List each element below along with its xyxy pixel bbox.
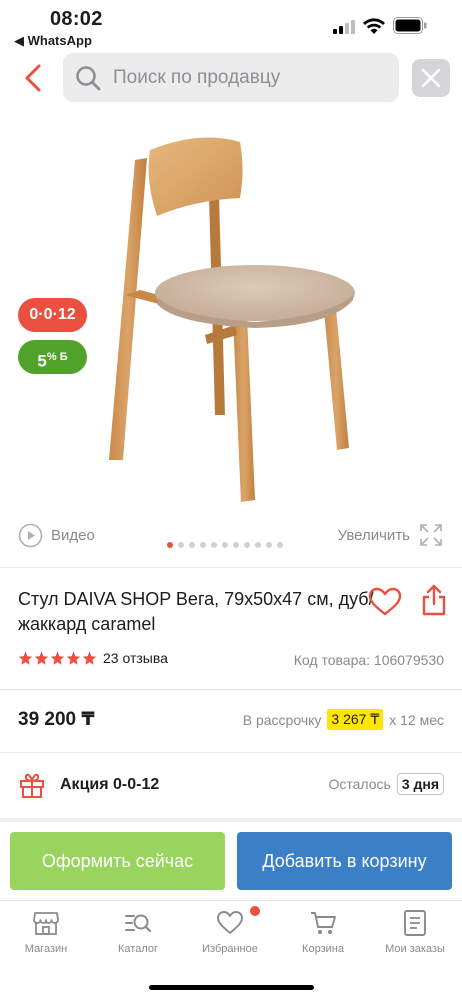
gallery-dot[interactable] [244, 542, 250, 548]
reviews-count[interactable]: 23 отзыва [103, 650, 168, 666]
installment-term: x 12 мес [389, 711, 444, 728]
share-icon[interactable] [421, 584, 447, 616]
divider [0, 752, 462, 753]
back-arrow-icon[interactable] [20, 62, 48, 94]
search-input[interactable] [113, 53, 393, 102]
star-icon [18, 651, 33, 665]
store-icon [33, 912, 59, 935]
section-separator [0, 818, 462, 822]
tab-label: Магазин [24, 943, 68, 955]
search-bar[interactable] [63, 53, 399, 102]
home-indicator [149, 985, 314, 990]
play-icon [18, 523, 43, 547]
tab-label: Избранное [202, 943, 258, 955]
gallery-dot[interactable] [255, 542, 261, 548]
cellular-signal-icon [333, 20, 355, 34]
star-icon [34, 651, 49, 665]
bonus-value: 5 [37, 351, 47, 371]
divider [0, 567, 462, 568]
bonus-unit: % Б [46, 351, 68, 363]
cart-icon [311, 912, 336, 934]
gallery-dot[interactable] [178, 542, 184, 548]
tab-cart[interactable]: Корзина [277, 909, 369, 955]
video-label: Видео [51, 526, 95, 544]
promo-row[interactable]: Акция 0-0-12 [18, 771, 159, 799]
promo-label: Акция 0-0-12 [60, 776, 160, 793]
close-icon [421, 68, 441, 88]
zoom-button[interactable]: Увеличить [338, 522, 444, 548]
tab-store[interactable]: Магазин [0, 909, 92, 955]
star-icon [66, 651, 81, 665]
product-price: 39 200 ₸ [18, 709, 95, 730]
tab-label: Мои заказы [385, 943, 445, 955]
add-to-cart-button[interactable]: Добавить в корзину [237, 832, 452, 890]
tab-catalog[interactable]: Каталог [92, 909, 184, 955]
bonus-badge: 5% Б [18, 340, 87, 374]
heart-icon [217, 911, 243, 934]
gallery-dot[interactable] [211, 542, 217, 548]
clear-search-button[interactable] [412, 59, 450, 97]
buy-now-button[interactable]: Оформить сейчас [10, 832, 225, 890]
rating-stars [18, 651, 97, 666]
gallery-dot[interactable] [222, 542, 228, 548]
gallery-dot[interactable] [277, 542, 283, 548]
gallery-dot[interactable] [233, 542, 239, 548]
installment-monthly-value: 3 267 ₸ [327, 709, 384, 730]
tab-label: Каталог [118, 943, 158, 955]
back-to-app-link[interactable]: ◀ WhatsApp [14, 33, 92, 49]
video-button[interactable]: Видео [18, 522, 95, 548]
rating-row[interactable]: 23 отзыва [18, 650, 168, 666]
catalog-icon [125, 914, 152, 933]
gallery-pagination[interactable] [167, 542, 283, 548]
installment-info: В рассрочку 3 267 ₸ x 12 мес [243, 709, 444, 730]
gallery-dot[interactable] [167, 542, 173, 548]
remain-days: 3 дня [396, 773, 444, 795]
remain-prefix: Осталось [328, 776, 391, 792]
tab-label: Корзина [302, 943, 344, 955]
expand-icon [420, 524, 442, 546]
status-bar: 08:02 ◀ WhatsApp [0, 0, 462, 50]
favorites-notification-dot [250, 906, 260, 916]
gallery-dot[interactable] [200, 542, 206, 548]
battery-icon [393, 17, 427, 34]
tab-favorites[interactable]: Избранное [184, 909, 276, 955]
zoom-label: Увеличить [337, 526, 410, 544]
product-title: Стул DAIVA SHOP Вега, 79x50x47 см, дуб/ж… [18, 589, 374, 634]
gallery-dot[interactable] [189, 542, 195, 548]
star-icon [82, 651, 97, 665]
gift-icon [20, 773, 44, 798]
divider [0, 689, 462, 690]
installment-prefix: В рассрочку [242, 711, 322, 728]
product-image-chair[interactable] [95, 130, 375, 505]
promo-remaining: Осталось 3 дня [328, 773, 444, 795]
star-icon [50, 651, 65, 665]
installment-badge: 0·0·12 [18, 298, 87, 332]
tab-orders[interactable]: Мои заказы [369, 909, 461, 955]
product-code: Код товара: 106079530 [293, 652, 444, 668]
wifi-icon [363, 18, 385, 34]
search-icon [76, 66, 101, 91]
orders-icon [404, 910, 426, 936]
status-time: 08:02 [50, 8, 103, 30]
gallery-dot[interactable] [266, 542, 272, 548]
favorite-heart-icon[interactable] [368, 587, 402, 617]
